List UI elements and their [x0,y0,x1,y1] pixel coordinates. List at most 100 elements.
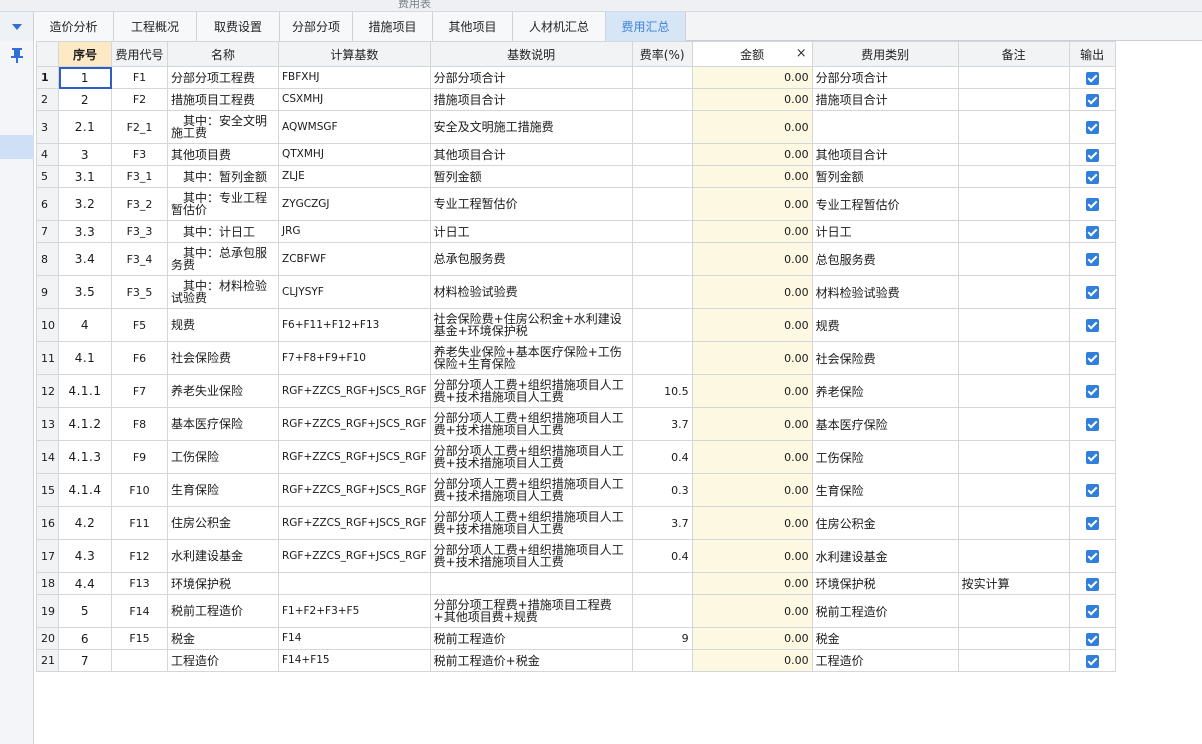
cell-code[interactable]: F9 [111,440,168,474]
header-code[interactable]: 费用代号 [111,41,168,67]
cell-code[interactable]: F3_1 [111,165,168,188]
checkbox-checked-icon[interactable] [1085,517,1099,530]
cell-seq[interactable]: 6 [58,627,112,650]
cell-amount[interactable]: 0.00 [691,374,813,408]
cell-name[interactable]: 分部分项工程费 [167,66,279,89]
cell-seq[interactable]: 2.1 [58,110,112,144]
cell-name[interactable]: 其中：安全文明施工费 [167,110,279,144]
cell-seq[interactable]: 3.1 [58,165,112,188]
tab-1[interactable]: 工程概况 [114,12,197,41]
cell-seq[interactable]: 4.1.2 [58,407,112,441]
cell-desc[interactable]: 其他项目合计 [429,143,633,166]
checkbox-checked-icon[interactable] [1085,605,1099,618]
cell-name[interactable]: 基本医疗保险 [167,407,279,441]
tab-5[interactable]: 其他项目 [433,12,513,41]
cell-desc[interactable]: 总承包服务费 [429,242,633,276]
cell-note[interactable] [957,374,1070,408]
cell-seq[interactable]: 4.4 [58,572,112,595]
cell-category[interactable]: 养老保险 [811,374,959,408]
cell-name[interactable]: 住房公积金 [167,506,279,540]
tab-7[interactable]: 费用汇总 [606,12,686,41]
cell-base[interactable]: QTXMHJ [278,143,431,166]
cell-category[interactable]: 税金 [811,627,959,650]
cell-note[interactable] [957,407,1070,441]
cell-desc[interactable]: 税前工程造价 [429,627,633,650]
tab-4[interactable]: 措施项目 [353,12,433,41]
cell-rate[interactable] [631,572,693,595]
cell-category[interactable]: 社会保险费 [811,341,959,375]
cell-code[interactable]: F14 [111,594,168,628]
cell-category[interactable]: 材料检验试验费 [811,275,959,309]
cell-seq[interactable]: 4 [58,308,112,342]
cell-seq[interactable]: 3.3 [58,220,112,243]
cell-amount[interactable]: 0.00 [691,187,813,221]
cell-rate[interactable]: 0.4 [631,440,693,474]
cell-desc[interactable]: 分部分项工程费+措施项目工程费+其他项目费+规费 [429,594,633,628]
cell-note[interactable] [957,110,1070,144]
cell-category[interactable]: 暂列金额 [811,165,959,188]
checkbox-checked-icon[interactable] [1085,451,1099,464]
checkbox-checked-icon[interactable] [1085,550,1099,563]
cell-base[interactable]: RGF+ZZCS_RGF+JSCS_RGF [278,374,431,408]
cell-seq[interactable]: 4.3 [58,539,112,573]
cell-code[interactable]: F2 [111,88,168,111]
cell-desc[interactable]: 分部分项合计 [429,66,633,89]
cell-desc[interactable]: 暂列金额 [429,165,633,188]
cell-amount[interactable]: 0.00 [691,66,813,89]
cell-desc[interactable]: 计日工 [429,220,633,243]
cell-seq[interactable]: 1 [58,66,112,89]
cell-note[interactable] [957,275,1070,309]
checkbox-checked-icon[interactable] [1085,170,1099,184]
cell-rate[interactable] [631,143,693,166]
table-row[interactable]: 5 3.1 F3_1 其中：暂列金额 ZLJE 暂列金额 0.00 暂列金额 [36,165,1116,188]
checkbox-checked-icon[interactable] [1085,632,1099,646]
table-row[interactable]: 7 3.3 F3_3 其中：计日工 JRG 计日工 0.00 计日工 [36,220,1116,243]
cell-category[interactable]: 工伤保险 [811,440,959,474]
checkbox-checked-icon[interactable] [1085,319,1099,332]
cell-category[interactable]: 措施项目合计 [811,88,959,111]
cell-seq[interactable]: 4.1.3 [58,440,112,474]
tab-0[interactable]: 造价分析 [34,12,114,41]
checkbox-checked-icon[interactable] [1085,225,1099,239]
cell-amount[interactable]: 0.00 [691,473,813,507]
table-row[interactable]: 9 3.5 F3_5 其中：材料检验试验费 CLJYSYF 材料检验试验费 0.00 材料检… [36,275,1116,309]
cell-seq[interactable]: 3.4 [58,242,112,276]
cell-amount[interactable]: 0.00 [691,407,813,441]
header-note[interactable]: 备注 [957,41,1070,67]
cell-note[interactable] [957,627,1070,650]
cell-category[interactable]: 总包服务费 [811,242,959,276]
cell-base[interactable]: F1+F2+F3+F5 [278,594,431,628]
cell-rate[interactable] [631,275,693,309]
cell-base[interactable]: AQWMSGF [278,110,431,144]
sidebar-selected-item[interactable] [0,135,34,159]
table-row[interactable]: 3 2.1 F2_1 其中：安全文明施工费 AQWMSGF 安全及文明施工措施费 0.00 [36,110,1116,144]
checkbox-checked-icon[interactable] [1085,71,1099,85]
cell-note[interactable]: 按实计算 [957,572,1070,595]
cell-desc[interactable]: 分部分项人工费+组织措施项目人工费+技术措施项目人工费 [429,374,633,408]
cell-base[interactable]: ZYGCZGJ [278,187,431,221]
cell-rate[interactable] [631,341,693,375]
cell-name[interactable]: 措施项目工程费 [167,88,279,111]
cell-note[interactable] [957,539,1070,573]
cell-note[interactable] [957,242,1070,276]
table-row[interactable]: 15 4.1.4 F10 生育保险 RGF+ZZCS_RGF+JSCS_RGF 分部分项人… [36,473,1116,507]
cell-desc[interactable]: 税前工程造价+税金 [429,649,633,672]
cell-base[interactable] [278,572,431,595]
cell-note[interactable] [957,143,1070,166]
cell-seq[interactable]: 2 [58,88,112,111]
checkbox-checked-icon[interactable] [1085,198,1099,211]
cell-desc[interactable]: 材料检验试验费 [429,275,633,309]
cell-code[interactable]: F3_3 [111,220,168,243]
cell-base[interactable]: RGF+ZZCS_RGF+JSCS_RGF [278,539,431,573]
table-row[interactable]: 14 4.1.3 F9 工伤保险 RGF+ZZCS_RGF+JSCS_RGF 分部分项人工… [36,440,1116,474]
checkbox-checked-icon[interactable] [1085,418,1099,431]
cell-amount[interactable]: 0.00 [691,143,813,166]
cell-amount[interactable]: 0.00 [691,275,813,309]
checkbox-checked-icon[interactable] [1085,253,1099,266]
cell-rate[interactable] [631,649,693,672]
cell-rate[interactable]: 0.3 [631,473,693,507]
cell-category[interactable]: 计日工 [811,220,959,243]
cell-note[interactable] [957,88,1070,111]
cell-seq[interactable]: 4.2 [58,506,112,540]
cell-category[interactable]: 其他项目合计 [811,143,959,166]
